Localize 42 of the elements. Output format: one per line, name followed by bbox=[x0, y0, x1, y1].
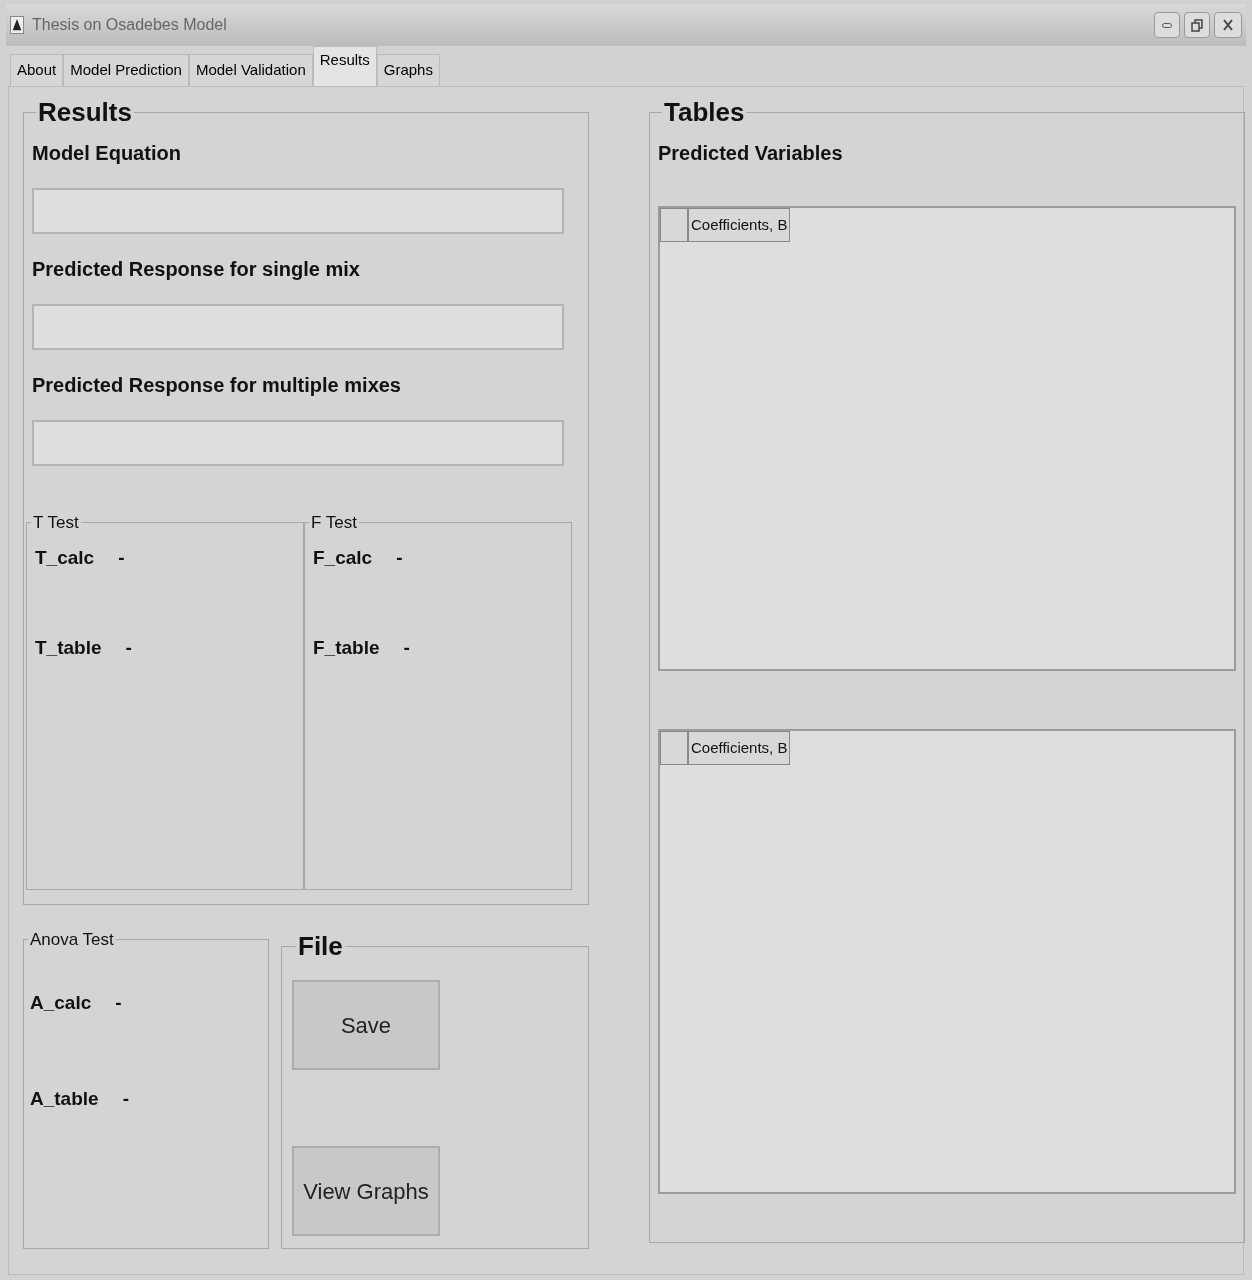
value-text: - bbox=[122, 1087, 129, 1111]
close-button[interactable] bbox=[1214, 12, 1242, 38]
column-header: Coefficients, B bbox=[688, 208, 791, 242]
close-icon bbox=[1223, 19, 1233, 31]
value-text: - bbox=[403, 636, 410, 660]
tab[interactable]: Model Prediction bbox=[63, 54, 189, 86]
minimize-button[interactable] bbox=[1154, 12, 1180, 38]
output-field[interactable] bbox=[32, 304, 564, 350]
field-label: Model Equation bbox=[32, 141, 182, 166]
group-title: T Test bbox=[32, 512, 80, 534]
value-label: A_table bbox=[30, 1087, 99, 1111]
value-label: F_table bbox=[313, 636, 380, 660]
restore-button[interactable] bbox=[1184, 12, 1210, 38]
section-label: Predicted Variables bbox=[658, 141, 844, 166]
value-label: T_table bbox=[35, 636, 102, 660]
group-title: F Test bbox=[310, 512, 358, 534]
tab[interactable]: About bbox=[10, 54, 64, 86]
tab[interactable]: Graphs bbox=[376, 54, 440, 86]
action-button[interactable]: View Graphs bbox=[292, 1146, 440, 1236]
window-title: Thesis on Osadebes Model bbox=[32, 15, 227, 35]
value-label: A_calc bbox=[30, 990, 92, 1015]
minimize-icon bbox=[1162, 22, 1172, 28]
field-label: Predicted Response for multiple mixes bbox=[32, 373, 402, 398]
tab[interactable]: Model Validation bbox=[188, 54, 313, 86]
column-header: Coefficients, B bbox=[688, 731, 791, 765]
value-text: - bbox=[115, 990, 122, 1015]
group-title: Tables bbox=[663, 96, 746, 129]
value-label: T_calc bbox=[35, 545, 95, 570]
group-title: Results bbox=[37, 96, 133, 129]
value-text: - bbox=[118, 545, 125, 570]
value-text: - bbox=[125, 636, 132, 660]
tab[interactable]: Results bbox=[312, 46, 377, 86]
output-field[interactable] bbox=[32, 420, 564, 466]
app-icon bbox=[10, 16, 24, 34]
field-label: Predicted Response for single mix bbox=[32, 257, 361, 282]
restore-icon bbox=[1191, 18, 1203, 32]
value-text: - bbox=[396, 545, 403, 570]
action-button[interactable]: Save bbox=[292, 980, 440, 1070]
group-title: Anova Test bbox=[29, 929, 115, 951]
output-field[interactable] bbox=[32, 188, 564, 234]
value-label: F_calc bbox=[313, 545, 373, 570]
group-title: File bbox=[297, 930, 344, 963]
